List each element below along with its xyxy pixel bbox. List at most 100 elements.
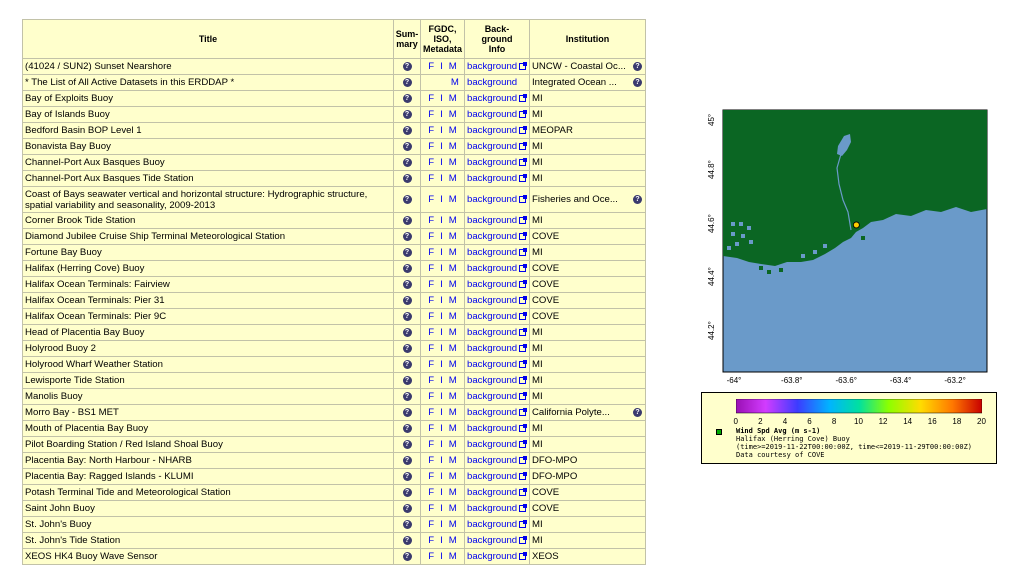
metadata-m-link[interactable]: M — [449, 343, 457, 354]
metadata-i-link[interactable]: I — [440, 231, 443, 242]
metadata-f-link[interactable]: F — [428, 247, 434, 258]
metadata-i-link[interactable]: I — [440, 93, 443, 104]
metadata-i-link[interactable]: I — [440, 407, 443, 418]
metadata-f-link[interactable]: F — [428, 311, 434, 322]
metadata-m-link[interactable]: M — [449, 109, 457, 120]
metadata-i-link[interactable]: I — [440, 263, 443, 274]
metadata-m-link[interactable]: M — [449, 503, 457, 514]
background-link[interactable]: background — [467, 391, 517, 402]
summary-info-icon[interactable]: ? — [402, 407, 412, 417]
summary-info-icon[interactable]: ? — [402, 471, 412, 481]
metadata-m-link[interactable]: M — [449, 61, 457, 72]
col-header-title[interactable]: Title — [22, 19, 394, 59]
institution-info-icon[interactable]: ? — [633, 61, 642, 71]
metadata-m-link[interactable]: M — [449, 173, 457, 184]
metadata-i-link[interactable]: I — [440, 503, 443, 514]
metadata-m-link[interactable]: M — [449, 125, 457, 136]
metadata-m-link[interactable]: M — [449, 391, 457, 402]
metadata-i-link[interactable]: I — [440, 359, 443, 370]
metadata-i-link[interactable]: I — [440, 375, 443, 386]
background-link[interactable]: background — [467, 173, 517, 184]
metadata-i-link[interactable]: I — [440, 61, 443, 72]
metadata-f-link[interactable]: F — [428, 125, 434, 136]
metadata-i-link[interactable]: I — [440, 423, 443, 434]
summary-info-icon[interactable]: ? — [402, 194, 412, 204]
summary-info-icon[interactable]: ? — [402, 503, 412, 513]
background-link[interactable]: background — [467, 439, 517, 450]
metadata-i-link[interactable]: I — [440, 391, 443, 402]
metadata-i-link[interactable]: I — [440, 535, 443, 546]
metadata-f-link[interactable]: F — [428, 391, 434, 402]
station-marker[interactable] — [852, 221, 860, 229]
background-link[interactable]: background — [467, 327, 517, 338]
metadata-i-link[interactable]: I — [440, 279, 443, 290]
institution-info-icon[interactable]: ? — [633, 407, 642, 417]
background-link[interactable]: background — [467, 503, 517, 514]
metadata-m-link[interactable]: M — [449, 295, 457, 306]
summary-info-icon[interactable]: ? — [402, 535, 412, 545]
background-link[interactable]: background — [467, 423, 517, 434]
summary-info-icon[interactable]: ? — [402, 551, 412, 561]
metadata-m-link[interactable]: M — [449, 519, 457, 530]
metadata-f-link[interactable]: F — [428, 141, 434, 152]
metadata-m-link[interactable]: M — [449, 93, 457, 104]
summary-info-icon[interactable]: ? — [402, 173, 412, 183]
metadata-f-link[interactable]: F — [428, 343, 434, 354]
metadata-i-link[interactable]: I — [440, 311, 443, 322]
metadata-f-link[interactable]: F — [428, 487, 434, 498]
metadata-f-link[interactable]: F — [428, 173, 434, 184]
metadata-f-link[interactable]: F — [428, 439, 434, 450]
metadata-f-link[interactable]: F — [428, 375, 434, 386]
metadata-i-link[interactable]: I — [440, 487, 443, 498]
metadata-m-link[interactable]: M — [449, 157, 457, 168]
metadata-f-link[interactable]: F — [428, 215, 434, 226]
background-link[interactable]: background — [467, 455, 517, 466]
metadata-f-link[interactable]: F — [428, 327, 434, 338]
metadata-i-link[interactable]: I — [440, 439, 443, 450]
metadata-m-link[interactable]: M — [449, 471, 457, 482]
summary-info-icon[interactable]: ? — [402, 215, 412, 225]
metadata-i-link[interactable]: I — [440, 519, 443, 530]
col-header-summary[interactable]: Sum- mary — [393, 19, 421, 59]
metadata-m-link[interactable]: M — [449, 247, 457, 258]
summary-info-icon[interactable]: ? — [402, 141, 412, 151]
background-link[interactable]: background — [467, 487, 517, 498]
summary-info-icon[interactable]: ? — [402, 77, 412, 87]
metadata-i-link[interactable]: I — [440, 109, 443, 120]
metadata-m-link[interactable]: M — [449, 407, 457, 418]
metadata-f-link[interactable]: F — [428, 263, 434, 274]
background-link[interactable]: background — [467, 535, 517, 546]
summary-info-icon[interactable]: ? — [402, 231, 412, 241]
metadata-m-link[interactable]: M — [449, 215, 457, 226]
metadata-f-link[interactable]: F — [428, 423, 434, 434]
background-link[interactable]: background — [467, 519, 517, 530]
background-link[interactable]: background — [467, 61, 517, 72]
metadata-i-link[interactable]: I — [440, 551, 443, 562]
metadata-f-link[interactable]: F — [428, 231, 434, 242]
background-link[interactable]: background — [467, 247, 517, 258]
background-link[interactable]: background — [467, 279, 517, 290]
summary-info-icon[interactable]: ? — [402, 455, 412, 465]
metadata-m-link[interactable]: M — [449, 551, 457, 562]
metadata-f-link[interactable]: F — [428, 109, 434, 120]
background-link[interactable]: background — [467, 194, 517, 205]
summary-info-icon[interactable]: ? — [402, 109, 412, 119]
background-link[interactable]: background — [467, 157, 517, 168]
background-link[interactable]: background — [467, 215, 517, 226]
col-header-metadata[interactable]: FGDC, ISO, Metadata — [420, 19, 465, 59]
background-link[interactable]: background — [467, 311, 517, 322]
metadata-i-link[interactable]: I — [440, 194, 443, 205]
summary-info-icon[interactable]: ? — [402, 263, 412, 273]
background-link[interactable]: background — [467, 109, 517, 120]
background-link[interactable]: background — [467, 471, 517, 482]
metadata-i-link[interactable]: I — [440, 327, 443, 338]
summary-info-icon[interactable]: ? — [402, 391, 412, 401]
background-link[interactable]: background — [467, 263, 517, 274]
station-map[interactable] — [701, 104, 1002, 388]
metadata-i-link[interactable]: I — [440, 471, 443, 482]
metadata-f-link[interactable]: F — [428, 295, 434, 306]
metadata-f-link[interactable]: F — [428, 61, 434, 72]
metadata-m-link[interactable]: M — [449, 231, 457, 242]
metadata-i-link[interactable]: I — [440, 141, 443, 152]
summary-info-icon[interactable]: ? — [402, 61, 412, 71]
